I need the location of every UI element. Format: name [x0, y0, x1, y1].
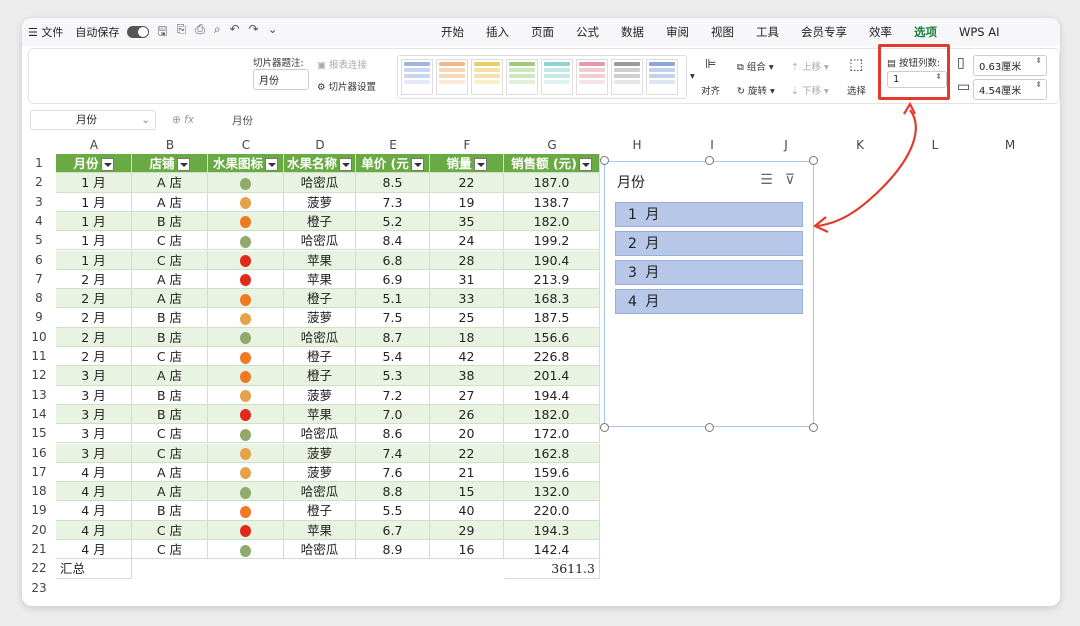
- spreadsheet-window: ☰ 文件 自动保存 🖫 ⎘ ⎙ ⌕ ↶ ↷ ⌄ 开始 插入 页面 公式 数据 审阅 视图 工具…: [22, 18, 1060, 606]
- annotation-arrow: [812, 101, 917, 233]
